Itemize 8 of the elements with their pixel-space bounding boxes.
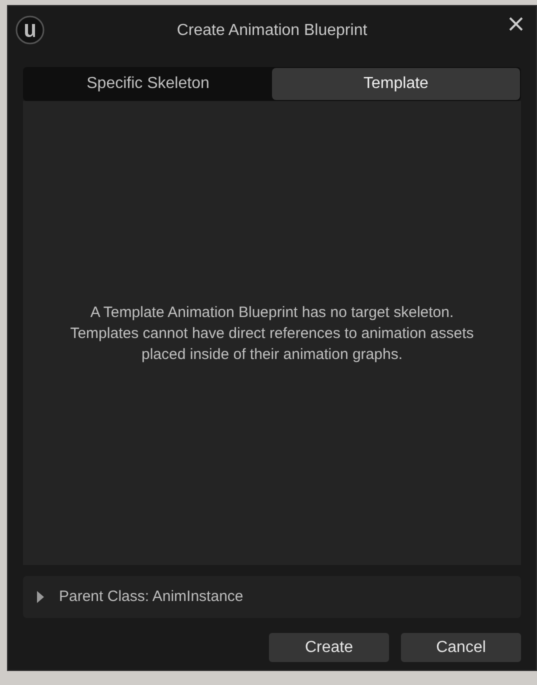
window-title: Create Animation Blueprint [176,21,368,41]
dialog-button[interactable]: Cancel [401,633,521,662]
parent-class-row[interactable]: Parent Class: AnimInstance [23,576,521,618]
description-text: A Template Animation Blueprint has no target skeleton. Templates cannot have direct references to animation assets placed inside of their animation graphs. [70,302,474,364]
logo-icon [15,15,45,45]
parent-class-label: Parent Class: AnimInstance [59,586,244,607]
dialog-button[interactable]: Create [269,633,389,662]
tab[interactable]: Template [272,68,520,100]
